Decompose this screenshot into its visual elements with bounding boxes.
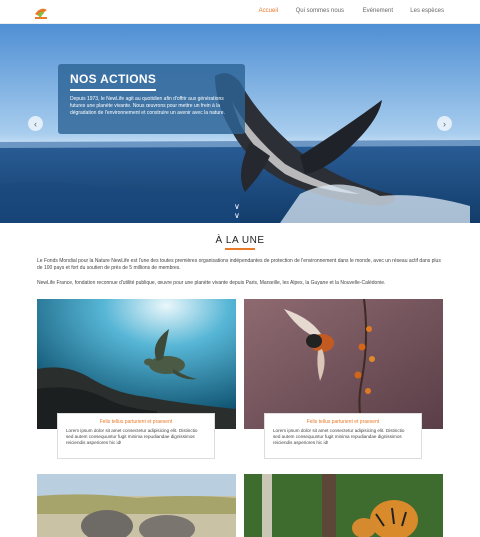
elephant-photo — [37, 474, 236, 537]
carousel-next-button[interactable]: › — [437, 116, 452, 131]
hero-carousel: NOS ACTIONS Depuis 1973, le NewLife agit… — [0, 24, 480, 223]
news-card-title[interactable]: Felis tellus parturient et praesent — [273, 419, 413, 425]
bird-photo — [244, 299, 443, 429]
tiger-photo — [244, 474, 443, 537]
news-card-text-box: Felis tellus parturient et praesent Lore… — [264, 413, 422, 459]
header: Accueil Qui sommes nous Evénement Les es… — [0, 0, 480, 24]
chevron-right-icon: › — [443, 118, 446, 129]
section-title: À LA UNE — [215, 235, 265, 246]
hero-text: Depuis 1973, le NewLife agit au quotidie… — [70, 96, 225, 116]
nav-accueil[interactable]: Accueil — [259, 8, 278, 14]
nav-les-especes[interactable]: Les espèces — [410, 8, 444, 14]
newlife-logo[interactable] — [32, 4, 50, 20]
double-chevron-down-icon[interactable]: ∨ ∨ — [234, 202, 240, 220]
hero-title-underline — [70, 89, 156, 91]
hero-title: NOS ACTIONS — [70, 72, 157, 86]
news-card-text: Lorem ipsum dolor sit amet consectetur a… — [66, 428, 198, 445]
news-card[interactable]: Felis tellus parturient et praesent Lore… — [37, 299, 236, 461]
news-card[interactable]: Felis tellus parturient et praesent Lore… — [244, 299, 443, 461]
section-title-underline — [225, 248, 255, 250]
nav-evenement[interactable]: Evénement — [363, 8, 393, 14]
news-card-text: Lorem ipsum dolor sit amet consectetur a… — [273, 428, 405, 445]
intro-paragraph-1: Le Fonds Mondial pour la Nature NewLife … — [37, 258, 441, 271]
hero-panel: NOS ACTIONS Depuis 1973, le NewLife agit… — [58, 64, 245, 134]
news-card-text-box: Felis tellus parturient et praesent Lore… — [57, 413, 215, 459]
chevron-left-icon: ‹ — [34, 118, 37, 129]
news-card[interactable] — [37, 474, 236, 537]
intro-paragraph-2: NewLife France, fondation reconnue d'uti… — [37, 280, 386, 286]
turtle-photo — [37, 299, 236, 429]
news-card[interactable] — [244, 474, 443, 537]
nav-qui-sommes-nous[interactable]: Qui sommes nous — [296, 8, 344, 14]
news-card-title[interactable]: Felis tellus parturient et praesent — [66, 419, 206, 425]
carousel-prev-button[interactable]: ‹ — [28, 116, 43, 131]
